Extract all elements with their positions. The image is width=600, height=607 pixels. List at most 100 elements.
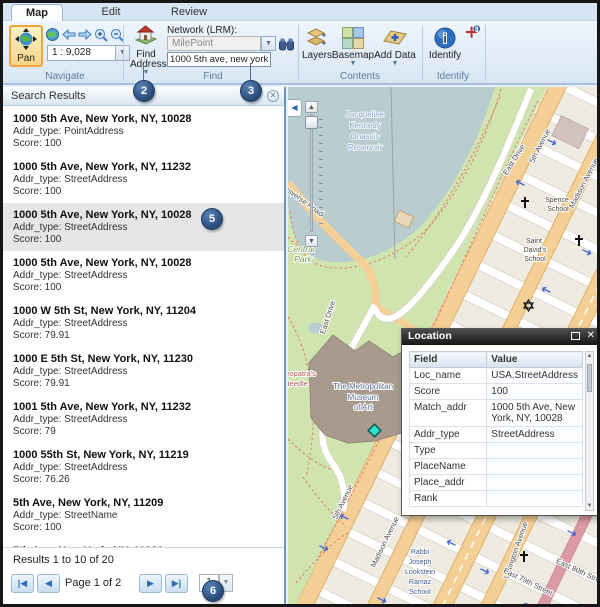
- result-address: 1000 5th Ave, New York, NY, 10028: [13, 209, 274, 222]
- basemap-icon: [340, 26, 366, 50]
- search-result-item[interactable]: 1000 5th Ave, New York, NY, 11232Addr_ty…: [3, 155, 284, 203]
- layers-button[interactable]: Layers: [302, 26, 332, 61]
- map-label: Cleopatra's: [288, 369, 316, 378]
- tab-edit[interactable]: Edit: [91, 4, 131, 21]
- field-column-header: Field: [410, 352, 487, 368]
- result-addr-type: Addr_type: StreetAddress: [13, 174, 274, 186]
- slider-zoom-out-button[interactable]: ▼: [305, 235, 318, 247]
- basemap-button[interactable]: Basemap ▼: [334, 26, 372, 67]
- find-address-button[interactable]: Find Address ▼: [127, 24, 165, 76]
- forward-arrow-icon: [78, 29, 92, 40]
- layers-label: Layers: [302, 51, 332, 61]
- scroll-up-icon[interactable]: ▲: [586, 353, 593, 359]
- address-search-input[interactable]: [167, 52, 271, 67]
- globe-icon: [46, 28, 59, 41]
- network-lrm-combo[interactable]: MilePoint: [167, 36, 261, 51]
- attribute-field: Type: [410, 443, 487, 459]
- navigate-group-label: Navigate: [13, 71, 117, 82]
- previous-page-button[interactable]: ◀: [37, 574, 60, 593]
- next-page-button[interactable]: ▶: [139, 574, 162, 593]
- collapse-panel-button[interactable]: ◀: [288, 99, 302, 117]
- ribbon-toolbar: Pan 1 : 9,028 ▼ Navigate: [3, 21, 597, 85]
- attribute-row[interactable]: Type: [410, 443, 583, 459]
- add-data-button[interactable]: Add Data ▼: [374, 26, 416, 67]
- search-result-item[interactable]: 1000 W 5th St, New York, NY, 11204Addr_t…: [3, 299, 284, 347]
- map-label: Onassis: [351, 132, 380, 141]
- popup-maximize-icon[interactable]: [571, 332, 580, 340]
- identify-point-tool-button[interactable]: i: [465, 25, 480, 40]
- tab-review[interactable]: Review: [163, 4, 215, 21]
- ribbon-tab-strip: Map Edit Review: [3, 3, 597, 21]
- slider-thumb[interactable]: [305, 116, 318, 129]
- last-page-button[interactable]: ▶|: [165, 574, 188, 593]
- popup-close-icon[interactable]: ✕: [587, 330, 595, 341]
- popup-scrollbar[interactable]: ▲ ▼: [585, 351, 594, 511]
- attribute-field: Match_addr: [410, 400, 487, 427]
- search-result-item[interactable]: 1000 5th Ave, New York, NY, 10028Addr_ty…: [3, 107, 284, 155]
- zoom-in-button[interactable]: [93, 27, 108, 42]
- first-page-button[interactable]: |◀: [11, 574, 34, 593]
- search-result-item[interactable]: 1000 5th Ave, New York, NY, 10028Addr_ty…: [3, 251, 284, 299]
- binoculars-icon: [279, 38, 294, 51]
- search-result-item[interactable]: 1001 5th Ave, New York, NY, 11232Addr_ty…: [3, 395, 284, 443]
- slider-zoom-in-button[interactable]: ▲: [305, 101, 318, 113]
- zoom-out-button[interactable]: [109, 27, 124, 42]
- tab-map[interactable]: Map: [11, 4, 63, 21]
- attribute-row[interactable]: Place_addr: [410, 475, 583, 491]
- previous-extent-button[interactable]: [61, 27, 76, 42]
- search-result-item[interactable]: 5th Ave, New York, NY, 11209Addr_type: S…: [3, 491, 284, 539]
- slider-track[interactable]: [310, 114, 313, 232]
- page-label: Page 1 of 2: [65, 577, 121, 589]
- search-result-item[interactable]: 1000 5th Ave, New York, NY, 10028Addr_ty…: [3, 203, 284, 251]
- map-label: School: [547, 206, 569, 213]
- attribute-value: [487, 475, 583, 491]
- identify-button[interactable]: i Identify: [427, 26, 463, 61]
- identify-icon: i: [432, 26, 458, 50]
- full-extent-button[interactable]: [45, 27, 60, 42]
- panel-close-button[interactable]: ✕: [267, 90, 279, 102]
- attribute-row[interactable]: Loc_nameUSA.StreetAddress: [410, 368, 583, 384]
- result-address: 1000 W 5th St, New York, NY, 11204: [13, 305, 274, 318]
- network-dropdown-button[interactable]: ▼: [261, 36, 276, 51]
- scroll-down-icon[interactable]: ▼: [586, 503, 593, 509]
- attribute-row[interactable]: Rank: [410, 491, 583, 507]
- pan-label: Pan: [17, 54, 35, 64]
- attribute-value: [487, 443, 583, 459]
- attribute-value: StreetAddress: [487, 427, 583, 443]
- map-label: Reservoir: [348, 143, 383, 152]
- search-result-item[interactable]: 5th Ave, New York, NY, 11220Addr_type: S…: [3, 539, 284, 547]
- find-address-house-icon: [134, 24, 158, 49]
- popup-scrollbar-thumb[interactable]: [587, 364, 592, 392]
- result-addr-type: Addr_type: StreetName: [13, 510, 274, 522]
- locate-button[interactable]: [279, 37, 294, 52]
- application-window: Map Edit Review Pan: [0, 0, 600, 607]
- add-data-icon: [382, 26, 408, 50]
- map-label: Needle: [288, 379, 308, 388]
- location-attribute-table: Field Value Loc_nameUSA.StreetAddressSco…: [409, 351, 583, 507]
- attribute-row[interactable]: Addr_typeStreetAddress: [410, 427, 583, 443]
- map-label: Jacqueline: [346, 110, 385, 119]
- result-addr-type: Addr_type: StreetAddress: [13, 462, 274, 474]
- map-label: School: [409, 589, 431, 596]
- attribute-row[interactable]: PlaceName: [410, 459, 583, 475]
- zoom-out-icon: [110, 28, 124, 42]
- attribute-row[interactable]: Score100: [410, 384, 583, 400]
- attribute-field: Addr_type: [410, 427, 487, 443]
- search-result-item[interactable]: 1000 E 5th St, New York, NY, 11230Addr_t…: [3, 347, 284, 395]
- contents-group-label: Contents: [308, 71, 412, 82]
- scale-input[interactable]: 1 : 9,028: [47, 45, 116, 61]
- next-extent-button[interactable]: [77, 27, 92, 42]
- results-summary: Results 1 to 10 of 20: [13, 554, 114, 566]
- attribute-row[interactable]: Match_addr1000 5th Ave, New York, NY, 10…: [410, 400, 583, 427]
- map-zoom-slider[interactable]: ▲ ▼: [305, 101, 323, 247]
- attribute-field: PlaceName: [410, 459, 487, 475]
- network-lrm-label: Network (LRM):: [167, 25, 237, 36]
- attribute-value: [487, 459, 583, 475]
- attribute-value: 100: [487, 384, 583, 400]
- map-label: Ramaz: [409, 579, 432, 586]
- map-label: David's: [524, 247, 547, 254]
- callout-badge-2: 2: [133, 80, 155, 102]
- search-result-item[interactable]: 1000 55th St, New York, NY, 11219Addr_ty…: [3, 443, 284, 491]
- pan-button[interactable]: Pan: [9, 25, 43, 67]
- result-addr-type: Addr_type: StreetAddress: [13, 414, 274, 426]
